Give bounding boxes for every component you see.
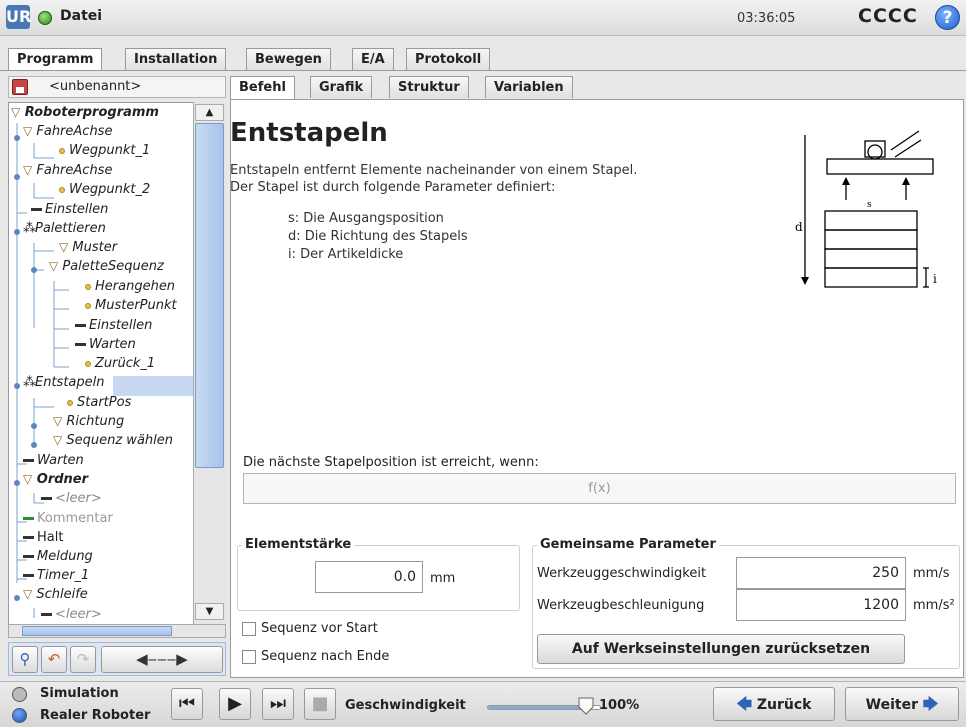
robot-status-icon	[38, 11, 52, 25]
arrow-left-icon: 🡄	[736, 695, 753, 713]
tool-accel-input[interactable]: 1200	[736, 589, 906, 621]
real-robot-radio[interactable]	[12, 708, 27, 723]
speed-label: Geschwindigkeit	[345, 698, 466, 713]
tree-node[interactable]: MusterPunkt	[85, 298, 177, 313]
tree-node-root[interactable]: ▽ Roboterprogramm	[11, 105, 159, 120]
tree-node[interactable]: Zurück_1	[85, 356, 155, 371]
tree-node[interactable]: ▽ Ordner	[23, 472, 88, 487]
simulation-label: Simulation	[40, 686, 119, 701]
scroll-down-icon[interactable]: ▼	[195, 603, 224, 620]
help-icon[interactable]: ?	[935, 5, 960, 30]
tree-node[interactable]: ▽ Sequenz wählen	[53, 433, 173, 448]
back-button[interactable]: 🡄 Zurück	[713, 687, 835, 721]
tree-node[interactable]: Wegpunkt_2	[59, 182, 150, 197]
description-line-1: Entstapeln entfernt Elemente nacheinande…	[230, 163, 638, 178]
tree-node[interactable]: Timer_1	[23, 568, 89, 583]
tree-node[interactable]: Einstellen	[31, 202, 108, 217]
element-thickness-input[interactable]: 0.0	[315, 561, 423, 593]
param-d: d: Die Richtung des Stapels	[288, 229, 468, 244]
tree-hscroll-thumb[interactable]	[22, 626, 172, 636]
sequence-before-start-checkbox[interactable]: Sequenz vor Start	[242, 621, 378, 636]
tab-bewegen[interactable]: Bewegen	[246, 48, 331, 70]
tree-node[interactable]: Halt	[23, 530, 63, 545]
tree-node[interactable]: Herangehen	[85, 279, 175, 294]
tab-befehl[interactable]: Befehl	[230, 76, 295, 99]
search-icon[interactable]: ⚲	[12, 646, 38, 673]
rewind-icon[interactable]: ⏮	[171, 688, 203, 720]
arrow-right-icon: 🡆	[922, 695, 939, 713]
pallet-icon: ⁂	[23, 375, 36, 390]
tab-divider	[0, 70, 966, 71]
tree-toolbar: ⚲ ↶ ↷ ◀‒‒‒▶	[8, 642, 226, 676]
tab-ea[interactable]: E/A	[352, 48, 394, 70]
save-icon[interactable]	[12, 79, 28, 95]
file-menu[interactable]: Datei	[60, 8, 102, 24]
tree-node[interactable]: Einstellen	[75, 318, 152, 333]
tree-node[interactable]: <leer>	[41, 491, 102, 506]
tab-variablen[interactable]: Variablen	[485, 76, 573, 98]
tree-node[interactable]: ▽ Richtung	[53, 414, 124, 429]
element-thickness-title: Elementstärke	[242, 537, 355, 552]
destack-diagram: s d i	[795, 130, 937, 288]
tree-node-selected[interactable]: ⁂Entstapeln	[23, 375, 105, 390]
tree-node[interactable]: ▽ Schleife	[23, 587, 88, 602]
tool-speed-label: Werkzeuggeschwindigkeit	[537, 566, 707, 581]
page-title: Entstapeln	[230, 118, 388, 148]
condition-expression-field[interactable]: f(x)	[243, 473, 956, 504]
tree-node[interactable]: ▽ PaletteSequenz	[49, 259, 164, 274]
reset-defaults-button[interactable]: Auf Werkseinstellungen zurücksetzen	[537, 634, 905, 664]
tool-speed-unit: mm/s	[913, 566, 950, 581]
tab-struktur[interactable]: Struktur	[389, 76, 469, 98]
undo-icon[interactable]: ↶	[41, 646, 67, 673]
tree-node[interactable]: Warten	[23, 453, 84, 468]
stop-icon[interactable]: ■	[304, 688, 336, 720]
robot-name: CCCC	[858, 5, 918, 27]
real-robot-label: Realer Roboter	[40, 708, 151, 723]
redo-icon[interactable]: ↷	[70, 646, 96, 673]
diagram-i-label: i	[933, 272, 937, 286]
tree-node[interactable]: Warten	[75, 337, 136, 352]
description-line-2: Der Stapel ist durch folgende Parameter …	[230, 180, 556, 195]
play-icon[interactable]: ▶	[219, 688, 251, 720]
tree-node[interactable]: <leer>	[41, 607, 102, 622]
tree-node[interactable]: StartPos	[67, 395, 131, 410]
tab-programm[interactable]: Programm	[8, 48, 103, 71]
tool-speed-input[interactable]: 250	[736, 557, 906, 589]
pallet-icon: ⁂	[23, 221, 36, 236]
tool-accel-unit: mm/s²	[913, 598, 955, 613]
speed-value: 100%	[599, 698, 640, 713]
diagram-d-label: d	[795, 220, 803, 234]
next-button[interactable]: Weiter 🡆	[845, 687, 959, 721]
top-bar: UR Datei 03:36:05 CCCC ?	[0, 0, 966, 36]
ur-logo-icon: UR	[6, 5, 31, 29]
shared-parameters-title: Gemeinsame Parameter	[537, 537, 719, 552]
tree-node[interactable]: Kommentar	[23, 511, 113, 526]
program-name: <unbenannt>	[49, 79, 142, 94]
tree-node[interactable]: ▽ FahreAchse	[23, 124, 112, 139]
tree-scroll-thumb[interactable]	[195, 123, 224, 468]
param-s: s: Die Ausgangsposition	[288, 211, 444, 226]
tab-protokoll[interactable]: Protokoll	[406, 48, 491, 70]
tree-node[interactable]: Meldung	[23, 549, 93, 564]
speed-slider-fill	[488, 706, 586, 709]
move-node-icon[interactable]: ◀‒‒‒▶	[101, 646, 223, 673]
tab-installation[interactable]: Installation	[125, 48, 227, 70]
tab-grafik[interactable]: Grafik	[310, 76, 373, 98]
scroll-up-icon[interactable]: ▲	[195, 104, 224, 121]
element-thickness-unit: mm	[430, 571, 456, 586]
speed-slider-thumb[interactable]	[578, 697, 594, 715]
tree-node[interactable]: Wegpunkt_1	[59, 143, 150, 158]
step-icon[interactable]: ⏭	[262, 688, 294, 720]
diagram-s-label: s	[867, 200, 872, 210]
condition-label: Die nächste Stapelposition ist erreicht,…	[243, 455, 539, 470]
tree-node[interactable]: ▽ Muster	[59, 240, 117, 255]
tool-accel-label: Werkzeugbeschleunigung	[537, 598, 705, 613]
sequence-after-end-checkbox[interactable]: Sequenz nach Ende	[242, 649, 389, 664]
tree-node[interactable]: ⁂Palettieren	[23, 221, 106, 236]
program-header: <unbenannt>	[8, 76, 226, 98]
tree-node[interactable]: ▽ FahreAchse	[23, 163, 112, 178]
clock: 03:36:05	[737, 11, 796, 26]
simulation-radio[interactable]	[12, 687, 27, 702]
param-i: i: Der Artikeldicke	[288, 247, 404, 262]
